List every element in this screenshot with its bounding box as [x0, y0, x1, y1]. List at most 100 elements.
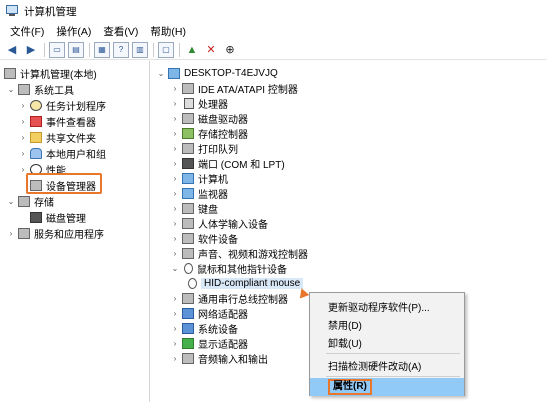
monitor-icon[interactable]: ▢ — [158, 41, 174, 58]
display-adapter-icon — [182, 337, 194, 349]
device-category[interactable]: › 网络适配器 — [170, 305, 248, 321]
category-label: 监视器 — [198, 189, 228, 201]
category-label: 声音、视频和游戏控制器 — [198, 249, 308, 261]
chevron-down-icon[interactable]: ⌄ — [170, 264, 180, 273]
storage-controller-icon — [182, 127, 194, 139]
back-arrow-icon[interactable]: ◀ — [4, 42, 20, 58]
tree-label: 磁盘管理 — [46, 213, 86, 225]
device-category[interactable]: › 系统设备 — [170, 320, 238, 336]
device-category-mice[interactable]: ⌄ 鼠标和其他指针设备 — [170, 260, 287, 276]
chevron-right-icon[interactable]: › — [18, 133, 28, 142]
forward-arrow-icon[interactable]: ▶ — [23, 42, 39, 58]
menu-properties[interactable]: 属性(R) — [310, 378, 464, 396]
tree-item-disk-management[interactable]: 磁盘管理 — [30, 209, 86, 225]
device-category[interactable]: › 人体学输入设备 — [170, 215, 268, 231]
chevron-right-icon[interactable]: › — [170, 219, 180, 228]
chevron-right-icon[interactable]: › — [170, 324, 180, 333]
tree-item-shared-folders[interactable]: › 共享文件夹 — [18, 129, 96, 145]
tree-item-storage[interactable]: ⌄ 存储 — [6, 193, 54, 209]
device-category[interactable]: › 键盘 — [170, 200, 218, 216]
menu-bar: 文件(F) 操作(A) 查看(V) 帮助(H) — [0, 22, 547, 40]
chevron-right-icon[interactable]: › — [170, 144, 180, 153]
menu-scan-hardware[interactable]: 扫描检测硬件改动(A) — [310, 356, 464, 374]
menu-file[interactable]: 文件(F) — [4, 24, 50, 39]
device-category[interactable]: › 显示适配器 — [170, 335, 248, 351]
device-category[interactable]: › IDE ATA/ATAPI 控制器 — [170, 80, 298, 96]
speaker-icon — [182, 247, 194, 259]
chevron-right-icon[interactable]: › — [170, 294, 180, 303]
menu-update-driver[interactable]: 更新驱动程序软件(P)... — [310, 297, 464, 315]
chevron-right-icon[interactable]: › — [18, 101, 28, 110]
menu-action[interactable]: 操作(A) — [50, 24, 97, 39]
category-label: 软件设备 — [198, 234, 238, 246]
tree-item-root[interactable]: 计算机管理(本地) — [4, 65, 97, 81]
uninstall-x-icon[interactable]: ✕ — [203, 42, 219, 58]
menu-uninstall[interactable]: 卸载(U) — [310, 333, 464, 351]
chevron-right-icon[interactable]: › — [170, 129, 180, 138]
tree-item-event-viewer[interactable]: › 事件查看器 — [18, 113, 96, 129]
toolbar-separator — [44, 42, 45, 57]
chevron-right-icon[interactable]: › — [170, 159, 180, 168]
device-label: HID-compliant mouse — [201, 277, 304, 289]
download-circle-icon[interactable]: ⊕ — [222, 42, 238, 58]
tree-item-local-users[interactable]: › 本地用户和组 — [18, 145, 106, 161]
tree-label: 事件查看器 — [46, 117, 96, 129]
help-icon[interactable]: ? — [113, 41, 129, 58]
shared-folder-icon — [30, 131, 42, 143]
device-hid-mouse[interactable]: HID-compliant mouse — [186, 275, 304, 291]
menu-disable[interactable]: 禁用(D) — [310, 315, 464, 333]
show-hide-tree-icon[interactable]: ▤ — [68, 41, 84, 58]
window-title: 计算机管理 — [24, 5, 77, 18]
mouse-icon — [188, 277, 197, 289]
menu-help[interactable]: 帮助(H) — [144, 24, 192, 39]
properties-icon[interactable]: ▦ — [94, 41, 110, 58]
chevron-right-icon[interactable]: › — [170, 339, 180, 348]
tree-item-system-tools[interactable]: ⌄ 系统工具 — [6, 81, 74, 97]
computer-icon — [182, 172, 194, 184]
device-tree-root-label: DESKTOP-T4EJVJQ — [184, 67, 278, 79]
chevron-right-icon[interactable]: › — [170, 99, 180, 108]
chevron-right-icon[interactable]: › — [18, 117, 28, 126]
chevron-right-icon[interactable]: › — [170, 204, 180, 213]
device-tree-root[interactable]: ⌄ DESKTOP-T4EJVJQ — [156, 65, 278, 81]
chevron-right-icon[interactable]: › — [18, 149, 28, 158]
chevron-right-icon[interactable]: › — [170, 309, 180, 318]
device-category[interactable]: › 音频输入和输出 — [170, 350, 268, 366]
left-navigation-pane: 计算机管理(本地) ⌄ 系统工具 › 任务计划程序 › 事件查看器 › 共享文件… — [0, 61, 150, 402]
context-menu: 更新驱动程序软件(P)... 禁用(D) 卸载(U) 扫描检测硬件改动(A) 属… — [309, 292, 465, 396]
device-category[interactable]: › 处理器 — [170, 95, 228, 111]
chevron-right-icon[interactable]: › — [6, 229, 16, 238]
category-label: 键盘 — [198, 204, 218, 216]
services-icon — [18, 227, 30, 239]
chevron-right-icon[interactable]: › — [170, 189, 180, 198]
category-label: 音频输入和输出 — [198, 354, 268, 366]
chevron-down-icon[interactable]: ⌄ — [6, 85, 16, 94]
chevron-down-icon[interactable]: ⌄ — [6, 197, 16, 206]
tree-item-services-apps[interactable]: › 服务和应用程序 — [6, 225, 104, 241]
tree-label: 共享文件夹 — [46, 133, 96, 145]
chevron-right-icon[interactable]: › — [170, 174, 180, 183]
event-viewer-icon — [30, 115, 42, 127]
update-driver-icon[interactable]: ▲ — [184, 42, 200, 58]
device-category[interactable]: › 软件设备 — [170, 230, 238, 246]
chevron-right-icon[interactable]: › — [170, 249, 180, 258]
device-category[interactable]: › 磁盘驱动器 — [170, 110, 248, 126]
device-category[interactable]: › 打印队列 — [170, 140, 238, 156]
menu-view[interactable]: 查看(V) — [97, 24, 144, 39]
chevron-right-icon[interactable]: › — [170, 354, 180, 363]
device-category[interactable]: › 监视器 — [170, 185, 228, 201]
tree-item-task-scheduler[interactable]: › 任务计划程序 — [18, 97, 106, 113]
device-category[interactable]: › 存储控制器 — [170, 125, 248, 141]
chevron-right-icon[interactable]: › — [170, 114, 180, 123]
chevron-right-icon[interactable]: › — [170, 234, 180, 243]
device-category[interactable]: › 声音、视频和游戏控制器 — [170, 245, 308, 261]
device-category[interactable]: › 通用串行总线控制器 — [170, 290, 288, 306]
chevron-right-icon[interactable]: › — [170, 84, 180, 93]
network-adapter-icon — [182, 307, 194, 319]
device-category[interactable]: › 计算机 — [170, 170, 228, 186]
folder-up-icon[interactable]: ▭ — [49, 41, 65, 58]
device-category[interactable]: › 端口 (COM 和 LPT) — [170, 155, 285, 171]
action-pane-icon[interactable]: ▥ — [132, 41, 148, 58]
chevron-down-icon[interactable]: ⌄ — [156, 69, 166, 78]
toolbar: ◀ ▶ ▭ ▤ ▦ ? ▥ ▢ ▲ ✕ ⊕ — [0, 40, 547, 60]
